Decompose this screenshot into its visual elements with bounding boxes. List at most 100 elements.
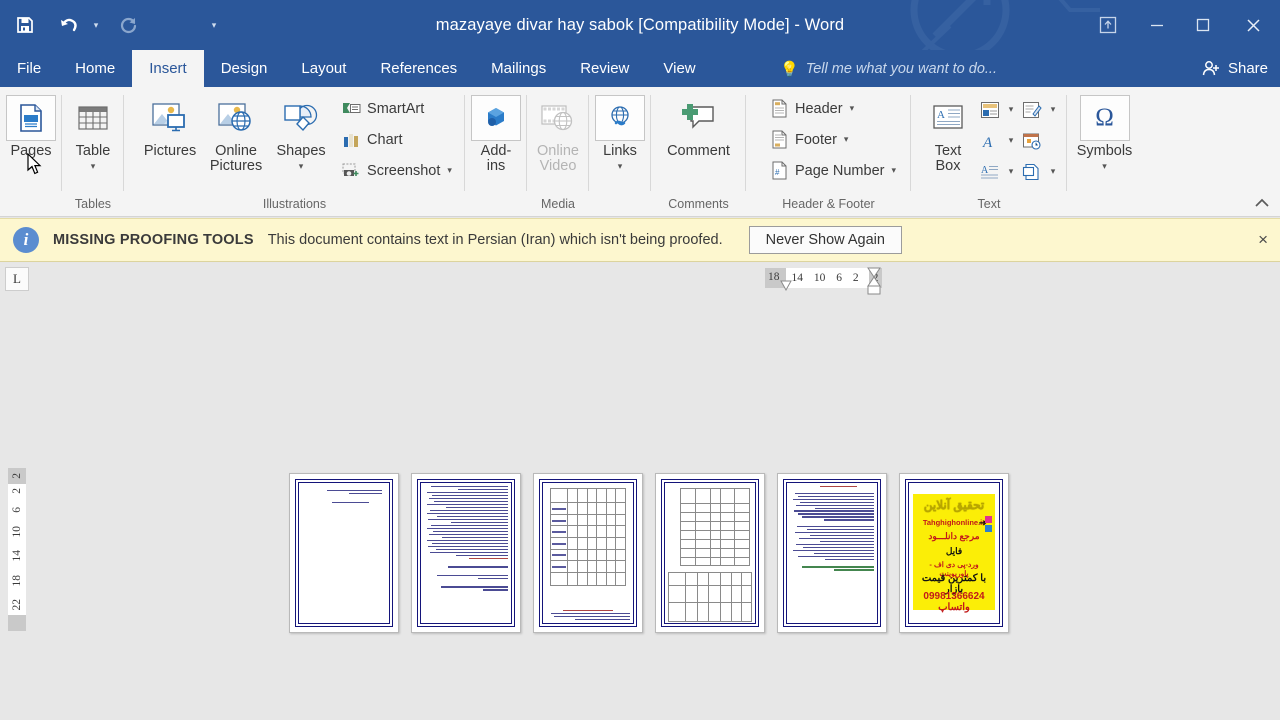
comment-label: Comment bbox=[667, 143, 730, 159]
ribbon-group-links-label bbox=[589, 193, 651, 217]
ribbon-group-header-footer-label: Header & Footer bbox=[782, 197, 875, 211]
signature-line-icon[interactable] bbox=[1019, 98, 1045, 122]
first-line-indent-marker[interactable] bbox=[777, 279, 797, 295]
links-caret-icon[interactable]: ▾ bbox=[618, 161, 623, 172]
page-thumbnails: تحقیق آنلاین Tahghighonline.ir ➔ مرجع دا… bbox=[289, 473, 1009, 633]
title-bar: ▾ ▾ mazayaye divar hay sabok [Compatibil… bbox=[0, 0, 1280, 50]
vertical-ruler[interactable]: 2 2 6 10 14 18 22 bbox=[8, 468, 26, 631]
vruler-tick-6: 22 bbox=[11, 599, 23, 611]
online-pictures-button[interactable]: Online Pictures bbox=[203, 91, 269, 174]
page-thumbnail-2[interactable] bbox=[411, 473, 521, 633]
ribbon-group-media: Online Video Media bbox=[527, 87, 589, 217]
message-bar-close-icon[interactable]: × bbox=[1258, 230, 1268, 250]
tab-stop-selector[interactable]: L bbox=[5, 267, 29, 291]
tab-file[interactable]: File bbox=[0, 50, 58, 87]
hruler-tick-6: 6 bbox=[836, 272, 842, 284]
page-number-caret-icon[interactable]: ▾ bbox=[891, 165, 896, 176]
table-icon bbox=[68, 95, 118, 141]
wordart-caret-icon[interactable]: ▾ bbox=[1005, 135, 1017, 146]
smartart-button[interactable]: SmartArt bbox=[339, 93, 452, 124]
ad-heading: تحقیق آنلاین bbox=[923, 498, 985, 512]
ad-line-5: 09981366624 واتساپ bbox=[923, 591, 985, 613]
share-button[interactable]: Share bbox=[1201, 50, 1268, 87]
ribbon-group-header-footer: Header ▾ Footer ▾ # Page Number ▾ Header… bbox=[746, 87, 911, 217]
hanging-indent-marker[interactable] bbox=[864, 267, 884, 295]
tab-references[interactable]: References bbox=[363, 50, 474, 87]
online-video-button[interactable]: Online Video bbox=[527, 91, 589, 174]
page-number-button[interactable]: # Page Number ▾ bbox=[767, 155, 896, 186]
addins-button[interactable]: Add- ins bbox=[465, 91, 527, 174]
omega-symbol-icon: Ω bbox=[1079, 95, 1130, 141]
tab-review[interactable]: Review bbox=[563, 50, 646, 87]
object-icon[interactable] bbox=[1019, 160, 1045, 184]
tab-design[interactable]: Design bbox=[204, 50, 285, 87]
text-box-button[interactable]: A Text Box bbox=[919, 91, 977, 174]
shapes-caret-icon[interactable]: ▾ bbox=[299, 161, 304, 172]
message-bar-text: This document contains text in Persian (… bbox=[267, 232, 723, 248]
shapes-icon bbox=[276, 95, 326, 141]
page-thumbnail-6[interactable]: تحقیق آنلاین Tahghighonline.ir ➔ مرجع دا… bbox=[899, 473, 1009, 633]
screenshot-button[interactable]: Screenshot ▾ bbox=[339, 155, 452, 186]
tell-me-search[interactable]: 💡 Tell me what you want to do... bbox=[780, 50, 997, 87]
symbols-button[interactable]: Ω Symbols ▾ bbox=[1067, 91, 1142, 172]
tab-layout[interactable]: Layout bbox=[284, 50, 363, 87]
svg-text:A: A bbox=[937, 109, 945, 121]
shapes-button[interactable]: Shapes ▾ bbox=[269, 91, 333, 172]
never-show-again-button[interactable]: Never Show Again bbox=[748, 226, 902, 254]
header-page-icon bbox=[769, 98, 790, 119]
links-label: Links bbox=[603, 143, 637, 159]
quick-parts-icon[interactable] bbox=[977, 98, 1003, 122]
pages-button[interactable]: Pages ▾ bbox=[0, 91, 62, 172]
vruler-tick-3: 10 bbox=[11, 525, 23, 538]
footer-caret-icon[interactable]: ▾ bbox=[844, 134, 849, 145]
ribbon-group-comments-label: Comments bbox=[668, 197, 729, 211]
svg-text:A: A bbox=[981, 165, 989, 176]
links-button[interactable]: Links ▾ bbox=[589, 91, 651, 172]
footer-button[interactable]: Footer ▾ bbox=[767, 124, 896, 155]
page-1-border bbox=[295, 479, 393, 627]
advertisement-banner: تحقیق آنلاین Tahghighonline.ir ➔ مرجع دا… bbox=[913, 494, 995, 613]
quick-parts-caret-icon[interactable]: ▾ bbox=[1005, 104, 1017, 115]
maximize-restore-button[interactable] bbox=[1180, 0, 1226, 50]
vruler-tick-4: 14 bbox=[11, 550, 23, 562]
object-caret-icon[interactable]: ▾ bbox=[1047, 166, 1059, 177]
ribbon-tab-strip: File Home Insert Design Layout Reference… bbox=[0, 50, 1280, 87]
comment-button[interactable]: Comment bbox=[651, 91, 746, 159]
symbols-caret-icon[interactable]: ▾ bbox=[1102, 161, 1107, 172]
header-caret-icon[interactable]: ▾ bbox=[850, 103, 855, 114]
ribbon-group-symbols: Ω Symbols ▾ bbox=[1067, 87, 1142, 217]
collapse-ribbon-button[interactable] bbox=[1254, 197, 1270, 212]
minimize-button[interactable] bbox=[1134, 0, 1180, 50]
page-thumbnail-5[interactable] bbox=[777, 473, 887, 633]
drop-cap-caret-icon[interactable]: ▾ bbox=[1005, 166, 1017, 177]
smartart-icon bbox=[341, 98, 362, 119]
vruler-top-margin: 2 bbox=[8, 468, 26, 484]
wordart-icon[interactable]: A bbox=[977, 129, 1003, 153]
tab-insert[interactable]: Insert bbox=[132, 50, 204, 87]
screenshot-caret-icon[interactable]: ▾ bbox=[447, 165, 452, 176]
tab-view[interactable]: View bbox=[646, 50, 712, 87]
lightbulb-icon: 💡 bbox=[780, 60, 799, 78]
footer-label: Footer bbox=[795, 131, 837, 148]
date-time-icon[interactable] bbox=[1019, 129, 1045, 153]
header-button[interactable]: Header ▾ bbox=[767, 93, 896, 124]
tab-mailings[interactable]: Mailings bbox=[474, 50, 563, 87]
table-button[interactable]: Table ▾ bbox=[62, 91, 124, 172]
vruler-bottom-margin bbox=[8, 614, 26, 631]
pages-caret-icon[interactable]: ▾ bbox=[29, 161, 34, 172]
page-thumbnail-4[interactable] bbox=[655, 473, 765, 633]
close-button[interactable] bbox=[1226, 0, 1280, 50]
online-pictures-label: Online Pictures bbox=[209, 143, 263, 174]
ribbon-insert-tab-content: Pages ▾ Table ▾ Tables Pictures Online P… bbox=[0, 87, 1280, 217]
page-thumbnail-3[interactable] bbox=[533, 473, 643, 633]
pictures-button[interactable]: Pictures bbox=[137, 91, 203, 159]
ribbon-display-options-icon[interactable] bbox=[1082, 0, 1134, 50]
drop-cap-icon[interactable]: A bbox=[977, 160, 1003, 184]
signature-line-caret-icon[interactable]: ▾ bbox=[1047, 104, 1059, 115]
tab-home[interactable]: Home bbox=[58, 50, 132, 87]
page-thumbnail-1[interactable] bbox=[289, 473, 399, 633]
table-caret-icon[interactable]: ▾ bbox=[91, 161, 96, 172]
addins-label: Add- ins bbox=[480, 143, 512, 174]
ribbon-group-addins: Add- ins bbox=[465, 87, 527, 217]
chart-button[interactable]: Chart bbox=[339, 124, 452, 155]
